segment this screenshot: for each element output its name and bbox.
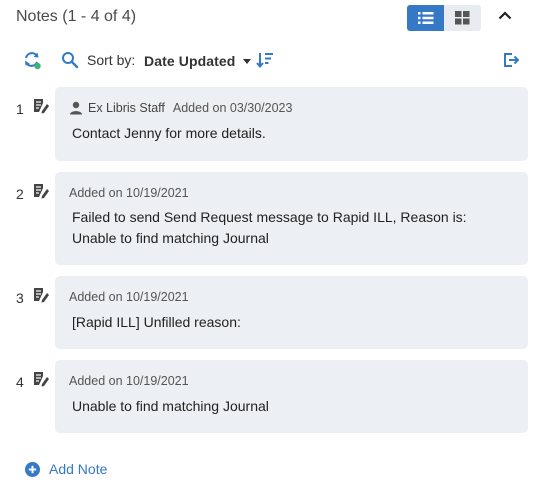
note-meta: Added on 10/19/2021 bbox=[69, 290, 189, 304]
view-toggle bbox=[407, 5, 481, 31]
note-text: [Rapid ILL] Unfilled reason: bbox=[72, 314, 241, 330]
note-item: 1 Ex Libris Staff Added on 03/30/2023 Co… bbox=[0, 87, 543, 161]
note-text: Failed to send Send Request message to R… bbox=[72, 209, 467, 246]
search-icon bbox=[62, 52, 79, 69]
grid-icon bbox=[455, 11, 470, 25]
export-button[interactable] bbox=[502, 51, 520, 69]
grid-view-button[interactable] bbox=[444, 5, 481, 31]
note-card[interactable]: Added on 10/19/2021 Unable to find match… bbox=[55, 360, 528, 433]
note-meta: Added on 10/19/2021 bbox=[69, 186, 189, 200]
refresh-button[interactable] bbox=[22, 50, 42, 70]
note-text: Contact Jenny for more details. bbox=[72, 125, 266, 141]
note-number: 1 bbox=[16, 101, 24, 117]
note-edit-button[interactable] bbox=[33, 371, 50, 388]
note-card[interactable]: Added on 10/19/2021 [Rapid ILL] Unfilled… bbox=[55, 276, 528, 349]
notes-title: Notes (1 - 4 of 4) bbox=[16, 8, 137, 25]
note-date: Added on 10/19/2021 bbox=[69, 374, 189, 388]
note-date: Added on 10/19/2021 bbox=[69, 186, 189, 200]
export-icon bbox=[504, 53, 520, 67]
note-edit-button[interactable] bbox=[33, 287, 50, 304]
search-button[interactable] bbox=[61, 51, 79, 69]
add-circle-icon bbox=[25, 461, 40, 477]
note-edit-button[interactable] bbox=[33, 98, 50, 115]
collapse-button[interactable] bbox=[495, 7, 515, 23]
note-number: 2 bbox=[16, 186, 24, 202]
note-card[interactable]: Added on 10/19/2021 Failed to send Send … bbox=[55, 172, 528, 265]
note-text: Unable to find matching Journal bbox=[72, 398, 269, 414]
list-icon bbox=[417, 12, 433, 24]
note-edit-icon bbox=[34, 372, 49, 387]
notes-toolbar: Sort by: Date Updated bbox=[0, 46, 543, 74]
note-author: Ex Libris Staff bbox=[88, 101, 165, 115]
note-item: 3 Added on 10/19/2021 [Rapid ILL] Unfill… bbox=[0, 276, 543, 349]
add-note-label: Add Note bbox=[49, 461, 108, 477]
note-meta: Added on 10/19/2021 bbox=[69, 374, 189, 388]
note-meta: Ex Libris Staff Added on 03/30/2023 bbox=[69, 101, 292, 115]
notes-panel: Notes (1 - 4 of 4) Sort by: Date Updated… bbox=[0, 0, 543, 486]
note-date: Added on 03/30/2023 bbox=[172, 101, 293, 115]
add-note-button[interactable]: Add Note bbox=[25, 460, 107, 478]
sort-by-dropdown[interactable]: Date Updated bbox=[144, 51, 252, 71]
note-item: 4 Added on 10/19/2021 Unable to find mat… bbox=[0, 360, 543, 433]
note-number: 3 bbox=[16, 290, 24, 306]
sort-direction-button[interactable] bbox=[256, 51, 274, 69]
note-date: Added on 10/19/2021 bbox=[69, 290, 189, 304]
sort-label: Sort by: bbox=[87, 52, 136, 68]
list-view-button[interactable] bbox=[407, 5, 444, 31]
user-icon bbox=[70, 101, 82, 115]
sort-by-value: Date Updated bbox=[144, 53, 236, 69]
note-edit-button[interactable] bbox=[33, 183, 50, 200]
notes-header: Notes (1 - 4 of 4) bbox=[0, 0, 543, 38]
chevron-up-icon bbox=[498, 10, 512, 19]
note-edit-icon bbox=[34, 184, 49, 199]
caret-down-icon bbox=[243, 58, 252, 64]
refresh-icon bbox=[25, 52, 41, 70]
note-item: 2 Added on 10/19/2021 Failed to send Sen… bbox=[0, 172, 543, 265]
note-edit-icon bbox=[34, 99, 49, 114]
note-card[interactable]: Ex Libris Staff Added on 03/30/2023 Cont… bbox=[55, 87, 528, 161]
note-number: 4 bbox=[16, 374, 24, 390]
note-edit-icon bbox=[34, 288, 49, 303]
sort-descending-icon bbox=[256, 53, 273, 69]
